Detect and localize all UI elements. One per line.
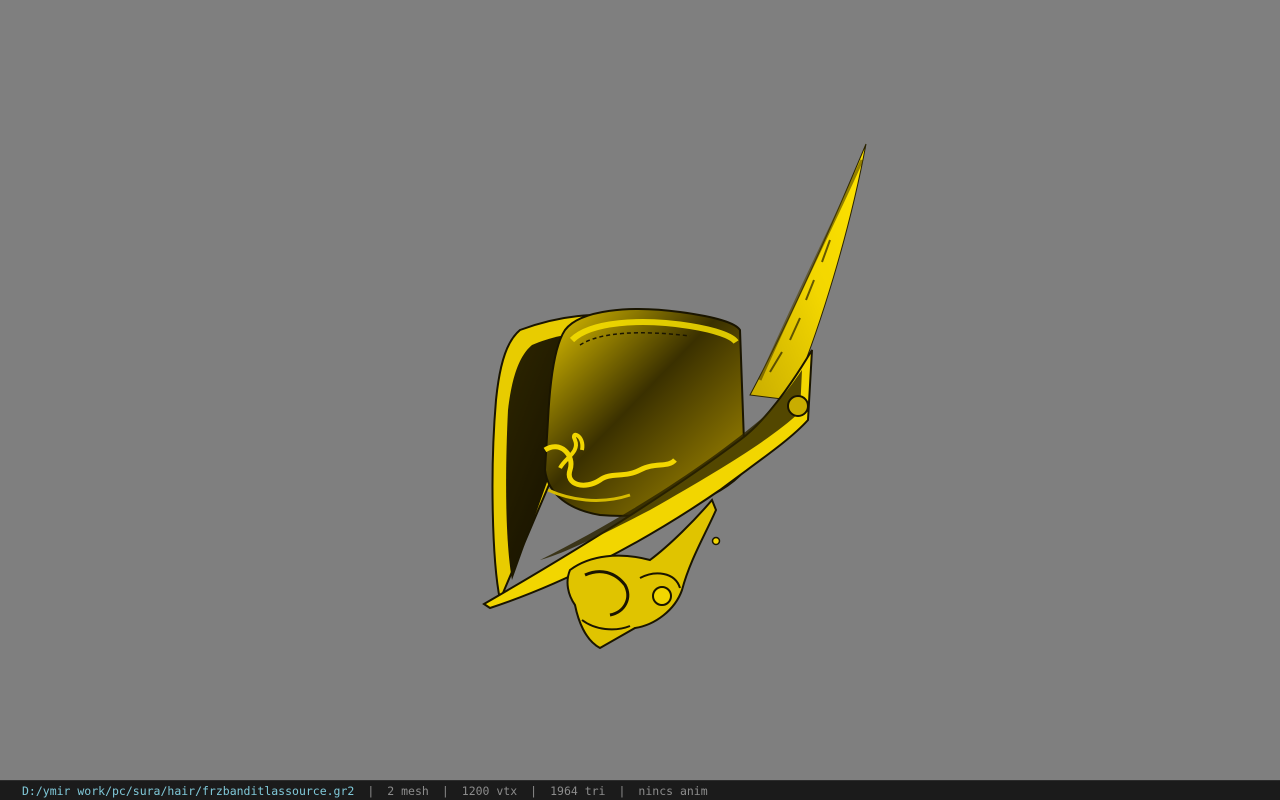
- status-separator: |: [441, 783, 449, 798]
- file-path-label: D:/ymir work/pc/sura/hair/frzbanditlasso…: [22, 783, 355, 798]
- triangle-count-label: 1964 tri: [550, 783, 606, 798]
- vertex-count-label: 1200 vtx: [461, 783, 518, 798]
- status-bar: D:/ymir work/pc/sura/hair/frzbanditlasso…: [0, 780, 1280, 800]
- mesh-count-label: 2 mesh: [387, 783, 429, 798]
- hat-model-render[interactable]: [0, 0, 1280, 780]
- status-separator: |: [367, 783, 375, 798]
- 3d-viewport[interactable]: [0, 0, 1280, 780]
- animation-info-label: nincs anim: [638, 783, 708, 798]
- status-separator: |: [618, 783, 626, 798]
- status-separator: |: [530, 783, 538, 798]
